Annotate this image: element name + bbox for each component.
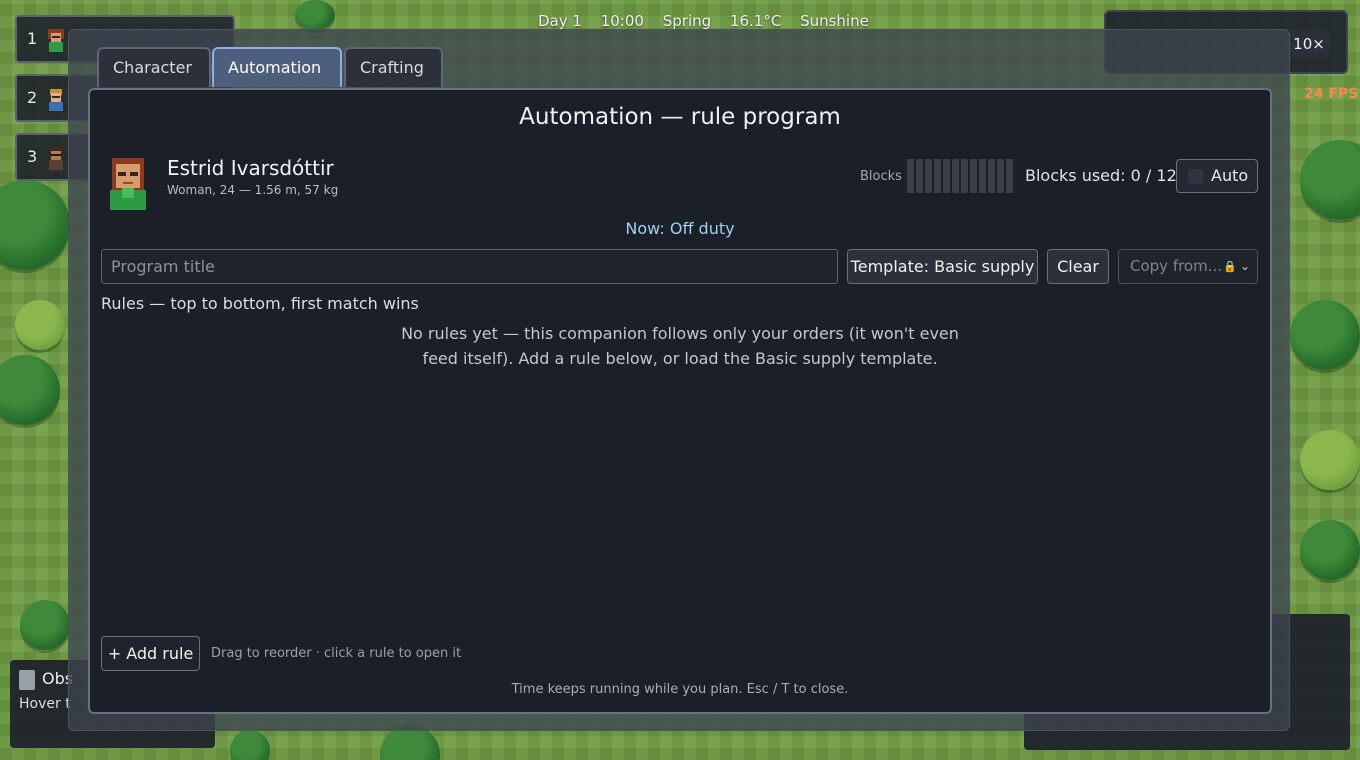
template-basic-supply-button[interactable]: Template: Basic supply xyxy=(847,249,1038,284)
companion-avatar-icon xyxy=(48,29,64,52)
day-label: Day 1 xyxy=(538,12,582,30)
block-cell xyxy=(970,159,977,193)
panel-title: Automation — rule program xyxy=(519,104,841,130)
clock-label: 10:00 xyxy=(600,12,644,30)
party-slot-number: 3 xyxy=(27,147,38,166)
auto-checkbox[interactable] xyxy=(1188,169,1203,184)
block-cell xyxy=(979,159,986,193)
temperature-label: 16.1°C xyxy=(729,12,782,30)
selection-hint: Hover t xyxy=(19,696,71,712)
block-cell xyxy=(952,159,959,193)
block-cell xyxy=(997,159,1004,193)
speed-10x-button[interactable]: 10× xyxy=(1288,30,1330,58)
block-cell xyxy=(961,159,968,193)
empty-rules-line: feed itself). Add a rule below, or load … xyxy=(422,349,938,368)
block-cell xyxy=(916,159,923,193)
clear-button[interactable]: Clear xyxy=(1047,249,1109,284)
tab-automation[interactable]: Automation xyxy=(212,47,342,87)
copy-from-label: Copy from... xyxy=(1130,257,1223,275)
companion-avatar-icon xyxy=(49,147,63,170)
season-label: Spring xyxy=(662,12,712,30)
block-cell xyxy=(925,159,932,193)
party-slot-number: 1 xyxy=(27,29,38,48)
add-rule-button[interactable]: + Add rule xyxy=(101,636,200,671)
lock-icon: 🔒 xyxy=(1223,260,1237,273)
block-cell xyxy=(988,159,995,193)
blocks-meter xyxy=(907,159,1013,193)
blocks-used-counter: Blocks used: 0 / 12 xyxy=(1025,166,1177,185)
blocks-label: Blocks xyxy=(860,169,902,184)
block-cell xyxy=(907,159,914,193)
copy-from-select[interactable]: Copy from... 🔒 ⌄ xyxy=(1118,249,1258,284)
empty-rules-message: No rules yet — this companion follows on… xyxy=(400,321,960,371)
footer-hint: Time keeps running while you plan. Esc /… xyxy=(511,682,849,697)
auto-label: Auto xyxy=(1211,166,1249,185)
program-title-input[interactable] xyxy=(101,249,838,284)
character-name: Estrid Ivarsdóttir xyxy=(167,156,334,180)
tree xyxy=(295,0,335,30)
tree xyxy=(1300,430,1360,490)
auto-toggle[interactable]: Auto xyxy=(1176,159,1258,193)
time-weather-readout: Day 1 10:00 Spring 16.1°C Sunshine xyxy=(538,12,883,30)
block-cell xyxy=(1006,159,1013,193)
rules-heading: Rules — top to bottom, first match wins xyxy=(101,294,419,313)
chevron-down-icon: ⌄ xyxy=(1240,259,1251,273)
tree xyxy=(15,300,65,350)
tab-crafting[interactable]: Crafting xyxy=(344,47,443,87)
block-cell xyxy=(934,159,941,193)
drag-hint: Drag to reorder · click a rule to open i… xyxy=(211,646,462,661)
character-portrait xyxy=(110,158,146,210)
tree xyxy=(20,600,70,650)
empty-rules-line: No rules yet — this companion follows on… xyxy=(401,324,959,343)
weather-label: Sunshine xyxy=(800,12,869,30)
duty-status: Now: Off duty xyxy=(625,219,735,238)
block-cell xyxy=(943,159,950,193)
fps-counter: 24 FPS xyxy=(1304,86,1359,102)
tree xyxy=(1300,520,1360,580)
character-details: Woman, 24 — 1.56 m, 57 kg xyxy=(167,183,339,197)
tree xyxy=(1290,300,1360,370)
tab-character[interactable]: Character xyxy=(97,47,211,87)
